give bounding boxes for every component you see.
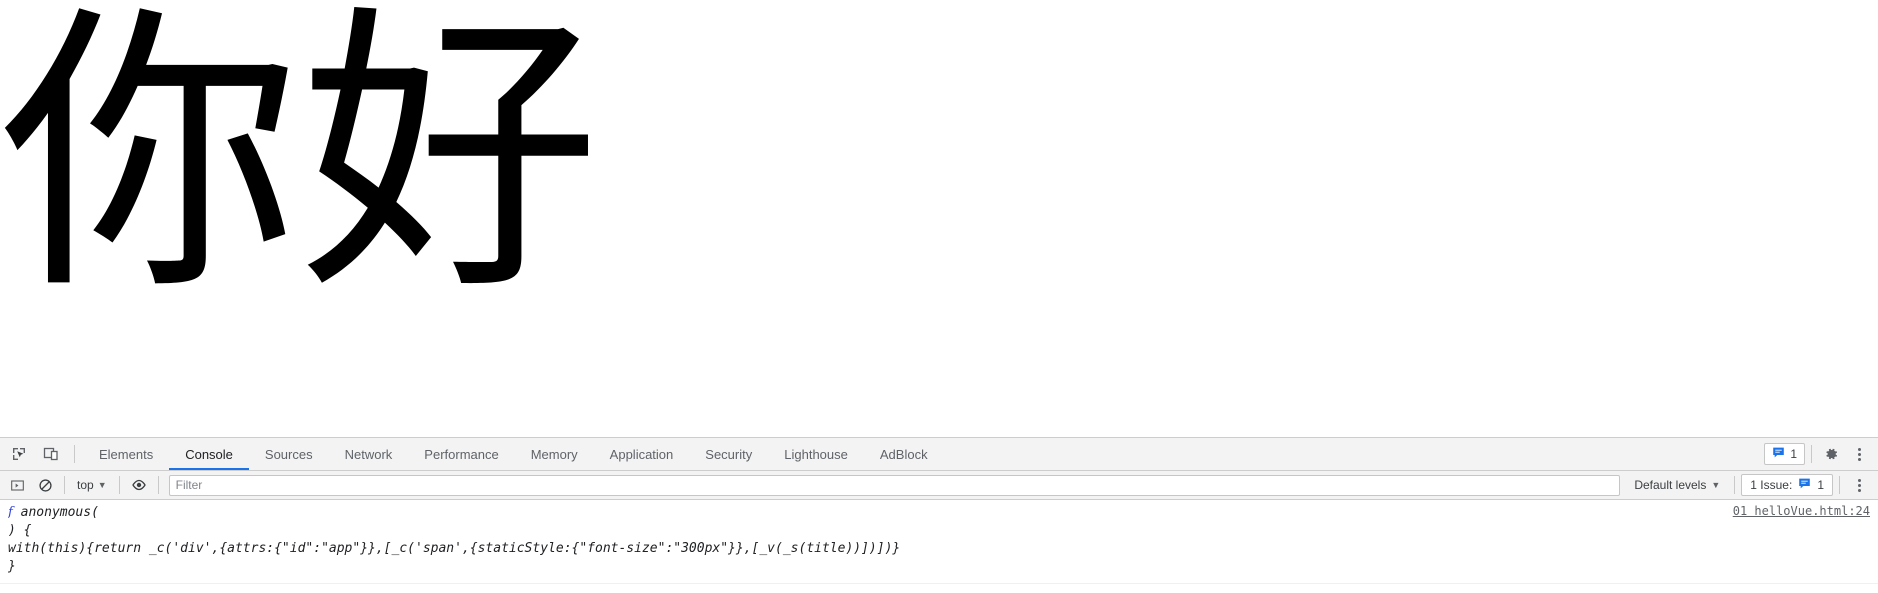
- console-message-line-4: }: [8, 559, 16, 574]
- issues-count: 1: [1790, 447, 1797, 461]
- browser-window: 你好 Elements Console Sources Network Perf…: [0, 0, 1878, 593]
- console-settings-icon[interactable]: [1846, 472, 1872, 498]
- console-issues-text: 1 Issue:: [1750, 478, 1793, 492]
- tab-performance-label: Performance: [424, 446, 499, 462]
- live-expression-eye-icon[interactable]: [126, 472, 152, 498]
- console-output[interactable]: ƒ anonymous( ) { with(this){return _c('d…: [0, 500, 1878, 593]
- tab-console[interactable]: Console: [169, 438, 249, 470]
- chevron-down-icon: ▼: [97, 479, 107, 490]
- console-message-text: ƒ anonymous( ) { with(this){return _c('d…: [8, 504, 1721, 576]
- console-message-line-1: anonymous(: [12, 505, 99, 520]
- clear-console-icon[interactable]: [32, 472, 58, 498]
- tab-security[interactable]: Security: [689, 438, 768, 470]
- console-message-line-3: with(this){return _c('div',{attrs:{"id":…: [8, 541, 901, 556]
- tab-sources[interactable]: Sources: [249, 438, 329, 470]
- more-options-icon[interactable]: [1846, 441, 1872, 467]
- log-levels-selector[interactable]: Default levels ▼: [1626, 478, 1728, 492]
- tab-elements-label: Elements: [99, 446, 154, 462]
- tab-network-label: Network: [344, 446, 393, 462]
- log-levels-label: Default levels: [1634, 478, 1707, 492]
- device-toolbar-icon[interactable]: [38, 441, 64, 467]
- issues-badge[interactable]: 1: [1764, 443, 1805, 465]
- console-message-row[interactable]: ƒ anonymous( ) { with(this){return _c('d…: [0, 500, 1878, 584]
- console-toolbar-divider-1: [64, 476, 65, 494]
- console-sidebar-icon[interactable]: [4, 472, 30, 498]
- toolbar-divider: [74, 445, 75, 463]
- tab-lighthouse[interactable]: Lighthouse: [768, 438, 864, 470]
- console-toolbar-divider-4: [1734, 476, 1736, 494]
- vue-app-root: 你好: [0, 0, 600, 324]
- console-filter-input[interactable]: [168, 474, 1621, 496]
- chevron-down-icon: ▼: [1711, 479, 1721, 490]
- gear-icon[interactable]: [1818, 441, 1844, 467]
- execution-context-selector[interactable]: top ▼: [71, 475, 113, 495]
- tab-elements[interactable]: Elements: [83, 438, 169, 470]
- devtools-panel: Elements Console Sources Network Perform…: [0, 437, 1878, 593]
- console-issues-count: 1: [1817, 478, 1824, 492]
- tab-adblock[interactable]: AdBlock: [864, 438, 944, 470]
- devtools-tool-icons: [0, 438, 83, 470]
- tab-lighthouse-label: Lighthouse: [784, 446, 848, 462]
- tab-application[interactable]: Application: [594, 438, 690, 470]
- console-message-source-link[interactable]: 01 helloVue.html:24: [1721, 504, 1870, 518]
- tab-adblock-label: AdBlock: [879, 446, 928, 462]
- message-bubble-icon: [1772, 446, 1785, 462]
- tab-sources-label: Sources: [264, 446, 313, 462]
- execution-context-label: top: [77, 478, 94, 492]
- console-issues-chip[interactable]: 1 Issue: 1: [1741, 474, 1833, 496]
- tab-security-label: Security: [705, 446, 753, 462]
- devtools-tab-list: Elements Console Sources Network Perform…: [83, 438, 1764, 470]
- tab-network[interactable]: Network: [329, 438, 409, 470]
- devtools-tabbar-actions: 1: [1764, 438, 1878, 470]
- devtools-tabbar: Elements Console Sources Network Perform…: [0, 438, 1878, 471]
- console-toolbar-divider-5: [1839, 476, 1840, 494]
- tab-application-label: Application: [609, 446, 674, 462]
- page-viewport: 你好: [0, 0, 1878, 437]
- page-title-text: 你好: [0, 0, 600, 330]
- console-toolbar-divider-2: [118, 476, 120, 494]
- tab-console-label: Console: [185, 446, 233, 462]
- tab-performance[interactable]: Performance: [408, 438, 514, 470]
- console-toolbar-divider-3: [157, 476, 159, 494]
- inspect-element-icon[interactable]: [6, 441, 32, 467]
- tab-memory-label: Memory: [530, 446, 578, 462]
- tab-memory[interactable]: Memory: [515, 438, 594, 470]
- console-toolbar: top ▼ Default levels ▼ 1 Issue:: [0, 471, 1878, 500]
- message-bubble-icon: [1798, 477, 1811, 493]
- console-message-line-2: ) {: [8, 523, 32, 538]
- tabbar-actions-divider: [1811, 445, 1812, 463]
